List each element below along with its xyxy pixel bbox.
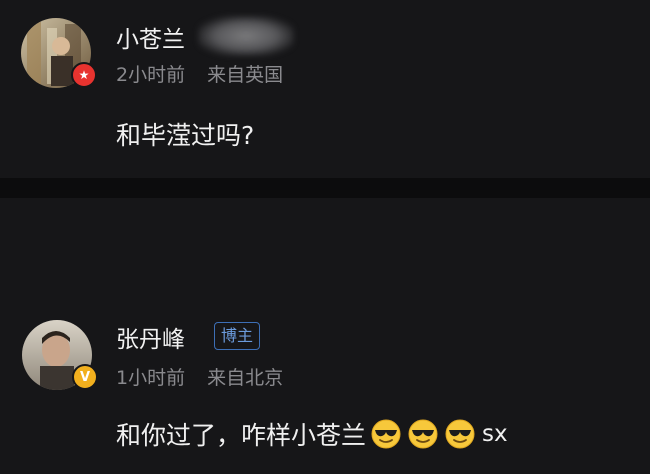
comment-meta: 2小时前 来自英国 [116, 60, 283, 87]
emoji-row [370, 418, 481, 450]
username[interactable]: 小苍兰 [116, 20, 185, 54]
comment-location: 来自北京 [207, 367, 284, 389]
sunglasses-emoji-icon [370, 418, 402, 450]
comment-item: ★ 小苍兰 2小时前 来自英国 和毕滢过吗? [0, 0, 650, 178]
author-tag: 博主 [214, 322, 261, 350]
divider [0, 178, 650, 198]
comment-text-suffix: sx [482, 421, 508, 447]
comment-text: 和毕滢过吗? [116, 121, 255, 150]
username[interactable]: 张丹峰 [116, 320, 185, 354]
comment-item: V 张丹峰 博主 1小时前 来自北京 和你过了，咋样小苍兰 sx [0, 198, 650, 474]
avatar[interactable]: ★ [21, 18, 97, 88]
comment-meta: 1小时前 来自北京 [116, 363, 283, 390]
comment-text-body: 和你过了，咋样小苍兰 [116, 421, 367, 450]
comment-time: 2小时前 [116, 64, 186, 86]
avatar[interactable]: V [22, 320, 98, 390]
star-badge-icon: ★ [71, 62, 97, 88]
comment-time: 1小时前 [116, 367, 186, 389]
comment-location: 来自英国 [207, 64, 284, 86]
blurred-name [198, 16, 294, 56]
sunglasses-emoji-icon [444, 418, 476, 450]
comment-text: 和你过了，咋样小苍兰 sx [116, 416, 508, 452]
sunglasses-emoji-icon [407, 418, 439, 450]
verified-v-badge-icon: V [72, 364, 98, 390]
